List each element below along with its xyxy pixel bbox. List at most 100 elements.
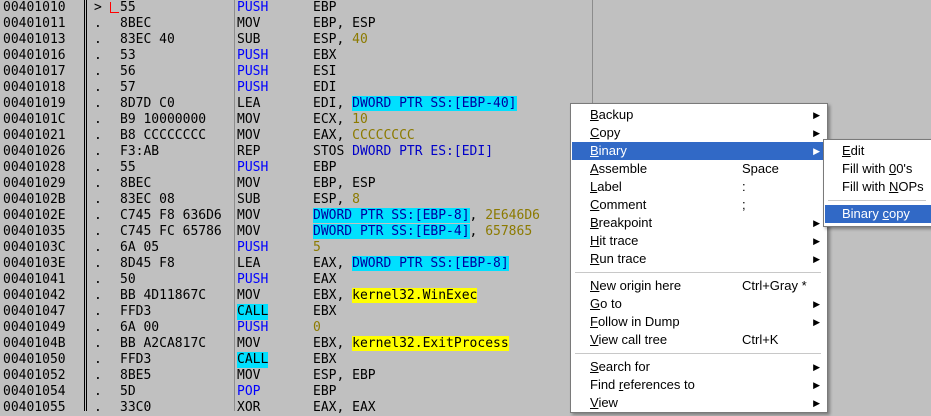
hex-dump-cell: FFD3 xyxy=(120,304,152,319)
menu-item-label[interactable]: Label: xyxy=(572,178,826,196)
address-cell: 00401026 xyxy=(3,144,66,159)
instruction-row[interactable]: 00401010 >55 PUSH EBP xyxy=(0,0,931,16)
menu-item-new-origin-here[interactable]: New origin here Ctrl+Gray * xyxy=(572,277,826,295)
menu-item-follow-in-dump[interactable]: Follow in Dump ▶ xyxy=(572,313,826,331)
menu-item-label: Fill with 00's xyxy=(842,161,913,176)
mnemonic-cell: MOV xyxy=(237,208,261,223)
marker-cell: . xyxy=(94,384,102,399)
instruction-row[interactable]: 00401017. 56 PUSH ESI xyxy=(0,64,931,80)
menu-item-assemble[interactable]: Assemble Space xyxy=(572,160,826,178)
marker-cell: . xyxy=(94,32,102,47)
menu-item-label: Label xyxy=(590,179,622,194)
menu-item-find-references-to[interactable]: Find references to ▶ xyxy=(572,376,826,394)
operand-part: DWORD PTR SS:[EBP-40] xyxy=(352,96,517,111)
jump-arrow-icon xyxy=(110,2,119,13)
menu-item-label: Follow in Dump xyxy=(590,314,680,329)
submenu-item-edit[interactable]: Edit xyxy=(825,142,931,160)
menu-item-label: Backup xyxy=(590,107,634,122)
submenu-arrow-icon: ▶ xyxy=(813,362,820,372)
address-cell: 00401055 xyxy=(3,400,66,415)
operand-part: EBX xyxy=(313,304,337,319)
mnemonic-cell: PUSH xyxy=(237,272,269,287)
operand-part: EBX, xyxy=(313,288,353,303)
marker-cell: . xyxy=(94,368,102,383)
submenu-item-binary-copy[interactable]: Binary copy xyxy=(825,205,931,223)
menu-item-go-to[interactable]: Go to ▶ xyxy=(572,295,826,313)
operand-part: CCCCCCCC xyxy=(352,128,415,143)
address-cell: 00401011 xyxy=(3,16,66,31)
menu-item-breakpoint[interactable]: Breakpoint ▶ xyxy=(572,214,826,232)
hex-dump-cell: FFD3 xyxy=(120,352,152,367)
operand-part: EDI, xyxy=(313,96,353,111)
operand-part: ESP, EBP xyxy=(313,368,376,383)
menu-item-hit-trace[interactable]: Hit trace ▶ xyxy=(572,232,826,250)
operand-cell: EBP xyxy=(313,384,336,400)
mnemonic-cell: REP xyxy=(237,144,261,159)
instruction-row[interactable]: 00401018. 57 PUSH EDI xyxy=(0,80,931,96)
mnemonic-cell: MOV xyxy=(237,288,261,303)
operand-cell: EBX xyxy=(313,48,336,64)
operand-cell: ESP, 8 xyxy=(313,192,360,208)
mnemonic-cell: CALL xyxy=(237,304,269,320)
hex-dump-cell: 8D7D C0 xyxy=(120,96,175,111)
operand-part: EBP, ESP xyxy=(313,176,376,191)
operand-cell: 5 xyxy=(313,240,321,256)
marker-cell: . xyxy=(94,144,102,159)
context-menu: Backup ▶ Copy ▶ Binary ▶ Assemble Space Label: Co… xyxy=(570,103,828,413)
marker-cell: . xyxy=(94,192,102,207)
operand-cell: ESI xyxy=(313,64,336,80)
operand-part: EAX, EAX xyxy=(313,400,376,415)
menu-item-view[interactable]: View ▶ xyxy=(572,394,826,412)
menu-item-view-call-tree[interactable]: View call tree Ctrl+K xyxy=(572,331,826,349)
operand-cell: EBP, ESP xyxy=(313,16,376,32)
instruction-row[interactable]: 00401013. 83EC 40 SUB ESP, 40 xyxy=(0,32,931,48)
submenu-arrow-icon: ▶ xyxy=(813,236,820,246)
instruction-row[interactable]: 00401016. 53 PUSH EBX xyxy=(0,48,931,64)
menu-item-backup[interactable]: Backup ▶ xyxy=(572,106,826,124)
marker-cell: . xyxy=(94,128,102,143)
address-cell: 00401047 xyxy=(3,304,66,319)
hex-dump-cell: 6A 00 xyxy=(120,320,160,335)
instruction-row[interactable]: 00401011. 8BEC MOV EBP, ESP xyxy=(0,16,931,32)
operand-part: ESI xyxy=(313,64,337,79)
operand-part: , xyxy=(469,224,486,239)
marker-cell: . xyxy=(94,208,102,223)
mnemonic-cell: POP xyxy=(237,384,261,399)
menu-item-search-for[interactable]: Search for ▶ xyxy=(572,358,826,376)
operand-cell: ECX, 10 xyxy=(313,112,368,128)
operand-cell: EBP xyxy=(313,0,336,16)
hex-dump-cell: B8 CCCCCCCC xyxy=(120,128,207,143)
menu-item-run-trace[interactable]: Run trace ▶ xyxy=(572,250,826,268)
binary-submenu: Edit Fill with 00's Fill with NOPs Binary c… xyxy=(823,139,931,227)
operand-cell: EBX, kernel32.WinExec xyxy=(313,288,478,304)
hex-dump-cell: 56 xyxy=(120,64,136,79)
hex-dump-cell: 5D xyxy=(120,384,136,399)
operand-cell: ESP, 40 xyxy=(313,32,368,48)
address-cell: 0040103C xyxy=(3,240,66,255)
menu-item-copy[interactable]: Copy ▶ xyxy=(572,124,826,142)
operand-part: EBX xyxy=(313,48,337,63)
hex-dump-cell: 8BE5 xyxy=(120,368,152,383)
mnemonic-cell: MOV xyxy=(237,16,261,31)
mnemonic-cell: PUSH xyxy=(237,160,269,175)
mnemonic-cell: LEA xyxy=(237,256,261,271)
mnemonic-cell: CALL xyxy=(237,352,269,368)
hex-dump-cell: 33C0 xyxy=(120,400,152,415)
submenu-item-fill-with-nops[interactable]: Fill with NOPs xyxy=(825,178,931,196)
menu-separator xyxy=(575,353,821,354)
submenu-arrow-icon: ▶ xyxy=(813,110,820,120)
operand-part: 2E646D6 xyxy=(485,208,540,223)
marker-cell: . xyxy=(94,224,102,239)
hex-dump-cell: BB A2CA817C xyxy=(120,336,207,351)
operand-part: 8 xyxy=(352,192,360,207)
menu-item-shortcut: Ctrl+Gray * xyxy=(742,278,807,293)
submenu-item-fill-with-00-s[interactable]: Fill with 00's xyxy=(825,160,931,178)
hex-dump-cell: BB 4D11867C xyxy=(120,288,207,303)
menu-item-comment[interactable]: Comment; xyxy=(572,196,826,214)
address-cell: 00401021 xyxy=(3,128,66,143)
operand-part: ECX, xyxy=(313,112,353,127)
submenu-arrow-icon: ▶ xyxy=(813,128,820,138)
marker-cell: . xyxy=(94,240,102,255)
operand-cell: EBX, kernel32.ExitProcess xyxy=(313,336,509,352)
menu-item-binary[interactable]: Binary ▶ xyxy=(572,142,826,160)
